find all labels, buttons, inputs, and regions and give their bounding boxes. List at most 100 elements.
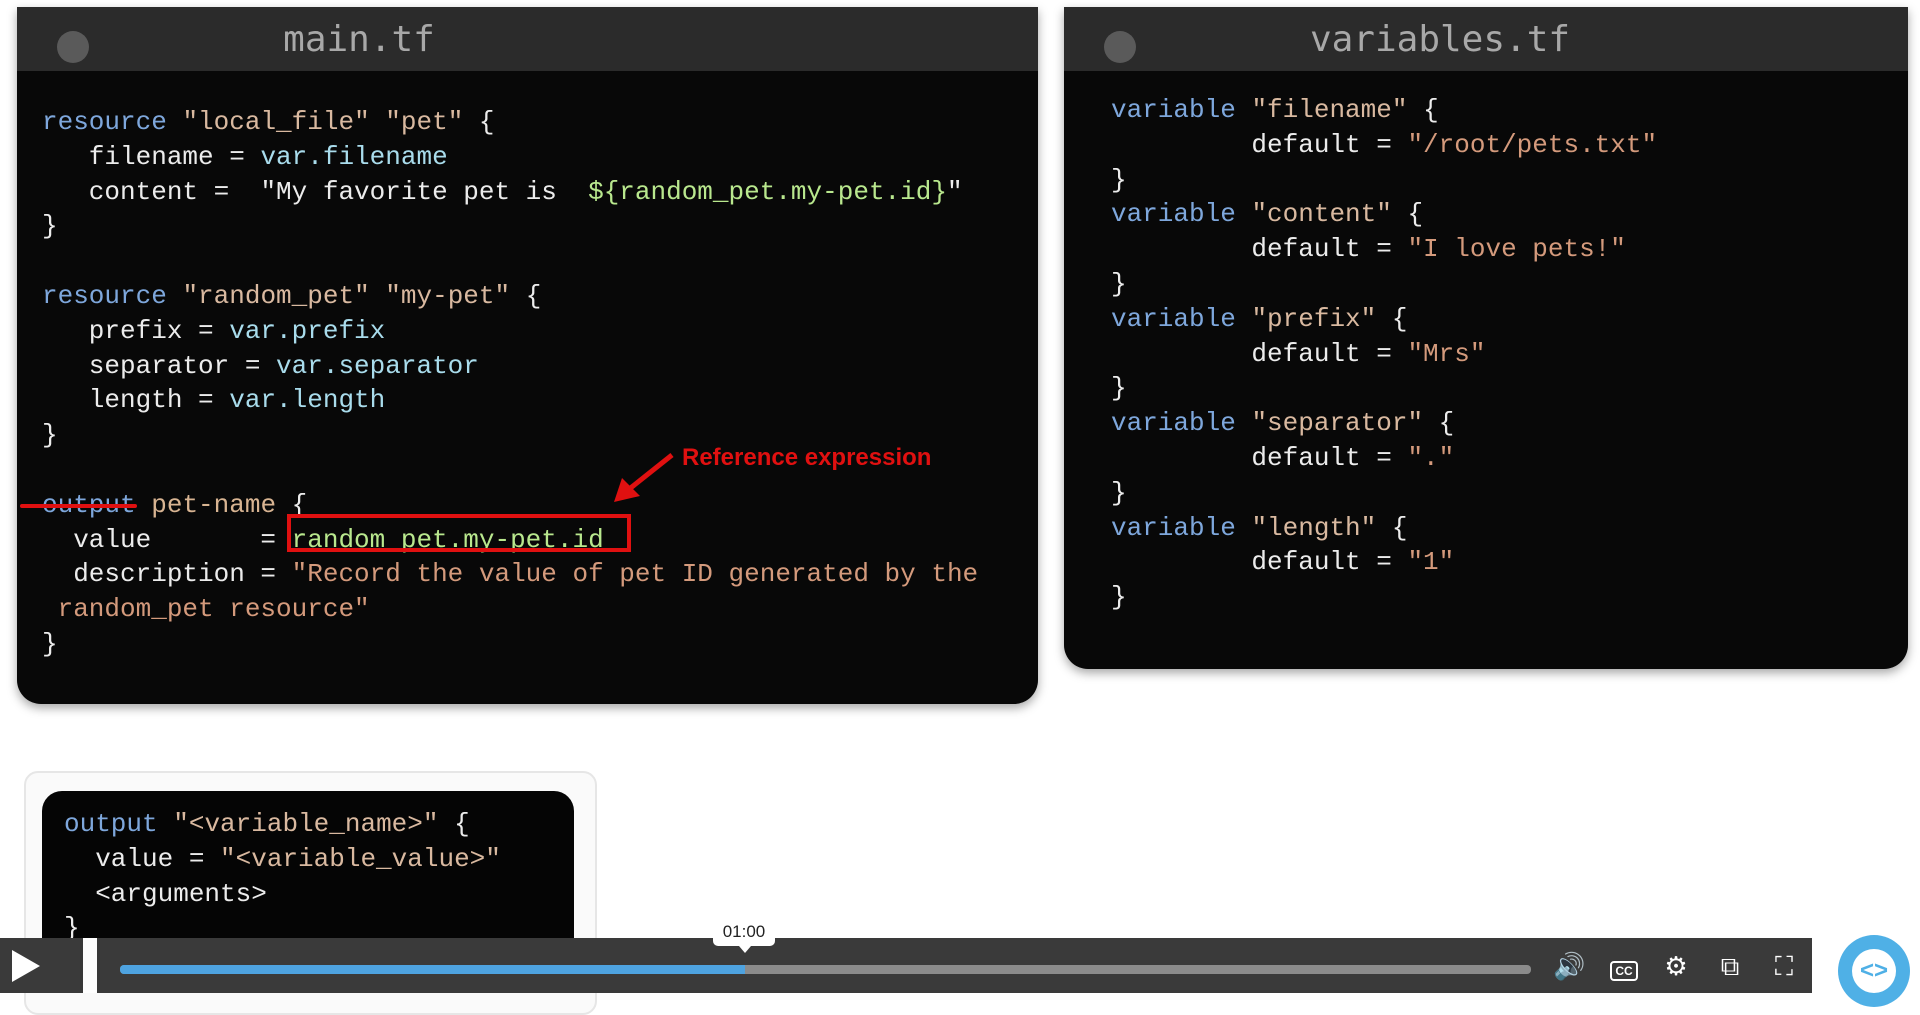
panel-title: main.tf <box>283 19 435 60</box>
code-token: "random_pet" <box>182 280 370 311</box>
play-icon[interactable] <box>12 950 40 982</box>
code-line: resource "local_file" "pet" { <box>42 105 978 140</box>
code-line: } <box>1111 476 1657 511</box>
code-line: } <box>1111 267 1657 302</box>
code-token: { <box>1376 303 1408 334</box>
code-token: default = <box>1111 442 1408 473</box>
code-line: variable "prefix" { <box>1111 302 1657 337</box>
code-block: variable "filename" { default = "/root/p… <box>1111 93 1657 615</box>
code-token: var.prefix <box>229 315 386 346</box>
code-token: resource <box>42 280 167 311</box>
code-token: "filename" <box>1251 95 1408 125</box>
code-token: default = <box>1111 547 1408 578</box>
code-token: random_pet resource" <box>42 594 370 625</box>
progress-fill <box>120 965 746 974</box>
code-token: } <box>42 628 58 659</box>
code-token: pet-name <box>151 489 277 520</box>
panel-header: main.tf <box>17 7 1038 71</box>
code-line: default = "Mrs" <box>1111 337 1657 372</box>
code-token: { <box>1423 408 1455 439</box>
code-token: { <box>510 280 542 311</box>
code-token: content = <box>42 176 261 207</box>
code-token: output <box>64 809 158 839</box>
video-control-bar: 🔊 CC ⚙ ⧉ ⛶ <box>0 938 1812 993</box>
code-token: default = <box>1111 338 1408 369</box>
volume-icon[interactable]: 🔊 <box>1553 950 1585 982</box>
code-token: "My favorite pet is <box>260 176 589 207</box>
variables-tf-panel: variables.tf variable "filename" { defau… <box>1064 7 1908 669</box>
code-token: } <box>1111 373 1127 404</box>
code-line: variable "length" { <box>1111 511 1657 546</box>
brand-logo[interactable]: <> <box>1838 935 1910 1007</box>
code-token: separator = <box>42 350 277 381</box>
window-dot-icon <box>1104 31 1136 63</box>
progress-bar[interactable] <box>120 965 1531 974</box>
code-line: } <box>1111 580 1657 615</box>
code-token: " <box>946 176 963 207</box>
settings-icon[interactable]: ⚙ <box>1660 950 1692 982</box>
code-token: } <box>1111 477 1127 508</box>
code-token: "Record the value of pet ID generated by… <box>291 559 979 590</box>
code-line: separator = var.separator <box>42 349 978 384</box>
output-underline <box>20 504 137 508</box>
reference-highlight-box <box>287 514 631 552</box>
code-token: "local_file" <box>182 107 370 137</box>
code-token: default = <box>1111 129 1408 160</box>
window-dot-icon <box>57 31 89 63</box>
code-token: "." <box>1407 442 1455 473</box>
annotation-arrow-icon <box>614 453 674 502</box>
captions-icon[interactable]: CC <box>1608 950 1640 982</box>
code-line: <arguments> <box>64 877 501 912</box>
code-token: "pet" <box>385 107 464 137</box>
code-token: } <box>1111 164 1127 195</box>
code-line: length = var.length <box>42 383 978 418</box>
panel-title: variables.tf <box>1309 19 1571 60</box>
code-token: variable <box>1111 408 1236 439</box>
code-token: variable <box>1111 303 1236 334</box>
code-token: filename = <box>42 141 261 172</box>
code-token: } <box>42 420 58 451</box>
code-block: resource "local_file" "pet" { filename =… <box>42 105 978 662</box>
code-token: length = <box>42 385 230 416</box>
code-token: "my-pet" <box>385 280 511 311</box>
code-token: default = <box>1111 234 1408 265</box>
code-token: { <box>463 107 495 137</box>
code-line: } <box>1111 163 1657 198</box>
code-line: variable "filename" { <box>1111 93 1657 128</box>
code-token: "content" <box>1251 199 1392 230</box>
code-token: value = <box>64 843 221 874</box>
code-line: description = "Record the value of pet I… <box>42 557 978 592</box>
code-line: default = "." <box>1111 441 1657 476</box>
code-token: ${random_pet.my-pet.id} <box>588 176 947 207</box>
main-tf-panel: main.tf resource "local_file" "pet" { fi… <box>17 7 1038 704</box>
code-line: resource "random_pet" "my-pet" { <box>42 279 978 314</box>
fullscreen-icon[interactable]: ⛶ <box>1768 950 1800 982</box>
code-token: value = <box>42 524 292 555</box>
code-token: prefix = <box>42 315 230 346</box>
code-token: resource <box>42 107 167 137</box>
code-token: variable <box>1111 199 1236 230</box>
code-token: "<variable_value>" <box>220 843 501 874</box>
code-line: } <box>42 627 978 662</box>
code-icon: <> <box>1852 949 1896 993</box>
code-token: "length" <box>1251 512 1377 543</box>
panel-header: variables.tf <box>1064 7 1908 71</box>
code-line: output "<variable_name>" { <box>64 807 501 842</box>
divider <box>83 938 97 993</box>
picture-in-picture-icon[interactable]: ⧉ <box>1714 950 1746 982</box>
code-token: { <box>1376 512 1408 543</box>
code-token: { <box>1407 95 1439 125</box>
code-token: var.separator <box>276 350 479 381</box>
code-line: } <box>42 209 978 244</box>
code-line: } <box>1111 371 1657 406</box>
code-token: { <box>438 809 470 839</box>
code-token: "separator" <box>1251 408 1424 439</box>
code-token: variable <box>1111 95 1236 125</box>
